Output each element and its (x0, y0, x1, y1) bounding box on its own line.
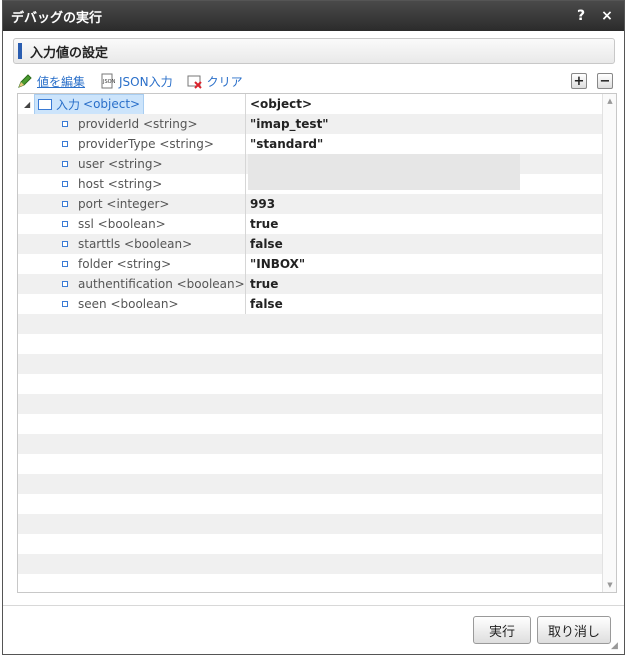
property-icon (62, 141, 68, 147)
collapse-all-icon[interactable]: − (597, 73, 613, 89)
table-row[interactable]: authentification <boolean> true (18, 274, 602, 294)
empty-row (18, 434, 602, 454)
scroll-down-icon[interactable]: ▼ (603, 578, 616, 592)
empty-row (18, 414, 602, 434)
empty-row (18, 574, 602, 592)
property-icon (62, 221, 68, 227)
svg-text:JSON: JSON (102, 79, 115, 85)
property-key: providerType <string> (78, 137, 214, 151)
property-key: user <string> (78, 157, 163, 171)
property-value[interactable]: true (246, 277, 602, 291)
help-icon[interactable]: ? (572, 8, 590, 24)
empty-row (18, 394, 602, 414)
property-key: port <integer> (78, 197, 170, 211)
property-key: authentification <boolean> (78, 277, 245, 291)
root-node-selected[interactable]: 入力 <object> (34, 94, 145, 115)
property-icon (62, 241, 68, 247)
object-icon (38, 98, 52, 110)
empty-row (18, 374, 602, 394)
table-row[interactable]: providerType <string> "standard" (18, 134, 602, 154)
property-key: ssl <boolean> (78, 217, 166, 231)
table-row[interactable]: seen <boolean> false (18, 294, 602, 314)
property-key: seen <boolean> (78, 297, 179, 311)
pencil-icon (17, 73, 33, 89)
root-node-type: <object> (83, 97, 141, 111)
debug-run-dialog: デバッグの実行 ? × 入力値の設定 値を編集 JSON JSON入力 クリア … (2, 0, 625, 655)
property-icon (62, 121, 68, 127)
json-input-button[interactable]: JSON JSON入力 (99, 73, 173, 90)
table-row[interactable]: ssl <boolean> true (18, 214, 602, 234)
expand-all-icon[interactable]: + (571, 73, 587, 89)
property-icon (62, 261, 68, 267)
empty-row (18, 354, 602, 374)
property-icon (62, 301, 68, 307)
masked-value-area (248, 154, 520, 190)
input-tree-grid: ◢ 入力 <object> <object> providerId <strin… (17, 93, 617, 593)
clear-label: クリア (206, 74, 243, 89)
empty-row (18, 314, 602, 334)
json-input-label: JSON入力 (119, 74, 173, 89)
tree-root-row[interactable]: ◢ 入力 <object> <object> (18, 94, 602, 115)
empty-row (18, 534, 602, 554)
clear-icon (187, 73, 203, 89)
empty-row (18, 514, 602, 534)
property-icon (62, 281, 68, 287)
empty-row (18, 554, 602, 574)
table-row[interactable]: folder <string> "INBOX" (18, 254, 602, 274)
empty-row (18, 494, 602, 514)
property-value[interactable]: true (246, 217, 602, 231)
vertical-scrollbar[interactable]: ▲ ▼ (602, 94, 616, 592)
edit-value-button[interactable]: 値を編集 (17, 73, 85, 90)
footer-divider (3, 605, 624, 606)
scroll-up-icon[interactable]: ▲ (603, 94, 616, 108)
property-value[interactable]: "INBOX" (246, 257, 602, 271)
collapse-arrow-icon[interactable]: ◢ (24, 100, 34, 109)
table-row[interactable]: providerId <string> "imap_test" (18, 114, 602, 134)
dialog-title: デバッグの実行 (11, 10, 103, 26)
cancel-button[interactable]: 取り消し (537, 616, 611, 644)
property-value[interactable]: "standard" (246, 137, 602, 151)
property-key: host <string> (78, 177, 163, 191)
clear-button[interactable]: クリア (187, 73, 243, 90)
property-value[interactable]: "imap_test" (246, 117, 602, 131)
property-icon (62, 181, 68, 187)
run-button[interactable]: 実行 (473, 616, 531, 644)
json-file-icon: JSON (99, 73, 116, 89)
section-title: 入力値の設定 (30, 45, 109, 61)
property-value[interactable]: false (246, 297, 602, 311)
empty-row (18, 334, 602, 354)
property-key: providerId <string> (78, 117, 198, 131)
property-icon (62, 161, 68, 167)
property-value[interactable]: false (246, 237, 602, 251)
empty-row (18, 474, 602, 494)
input-toolbar: 値を編集 JSON JSON入力 クリア + − (17, 71, 613, 91)
root-node-name: 入力 (56, 97, 81, 112)
table-row[interactable]: starttls <boolean> false (18, 234, 602, 254)
resize-grip-icon[interactable]: ◢ (611, 641, 621, 651)
edit-value-label: 値を編集 (37, 74, 86, 89)
empty-row (18, 454, 602, 474)
property-key: starttls <boolean> (78, 237, 193, 251)
root-node-value[interactable]: <object> (246, 97, 602, 111)
table-row[interactable]: port <integer> 993 (18, 194, 602, 214)
dialog-titlebar[interactable]: デバッグの実行 ? × (3, 1, 624, 31)
property-icon (62, 201, 68, 207)
property-value[interactable]: 993 (246, 197, 602, 211)
input-settings-header: 入力値の設定 (13, 38, 615, 64)
close-icon[interactable]: × (598, 8, 616, 24)
section-accent-bar (18, 43, 22, 59)
property-key: folder <string> (78, 257, 172, 271)
